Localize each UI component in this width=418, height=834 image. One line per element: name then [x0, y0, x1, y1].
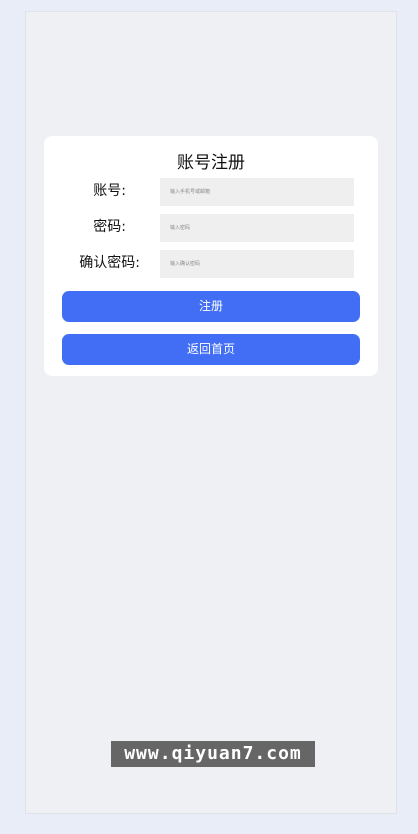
password-label: 密码:: [93, 219, 126, 235]
confirm-password-input[interactable]: [160, 250, 354, 278]
register-card: 账号注册 账号: 密码: 确认密码: 注册 返回首页: [44, 136, 378, 376]
back-home-button[interactable]: 返回首页: [62, 334, 360, 365]
password-input[interactable]: [160, 214, 354, 242]
confirm-password-label: 确认密码:: [79, 255, 140, 271]
app-screen: [25, 11, 397, 814]
watermark-text: www.qiyuan7.com: [111, 741, 315, 767]
account-label: 账号:: [93, 183, 126, 199]
page-title: 账号注册: [177, 153, 245, 173]
register-button[interactable]: 注册: [62, 291, 360, 322]
account-input[interactable]: [160, 178, 354, 206]
